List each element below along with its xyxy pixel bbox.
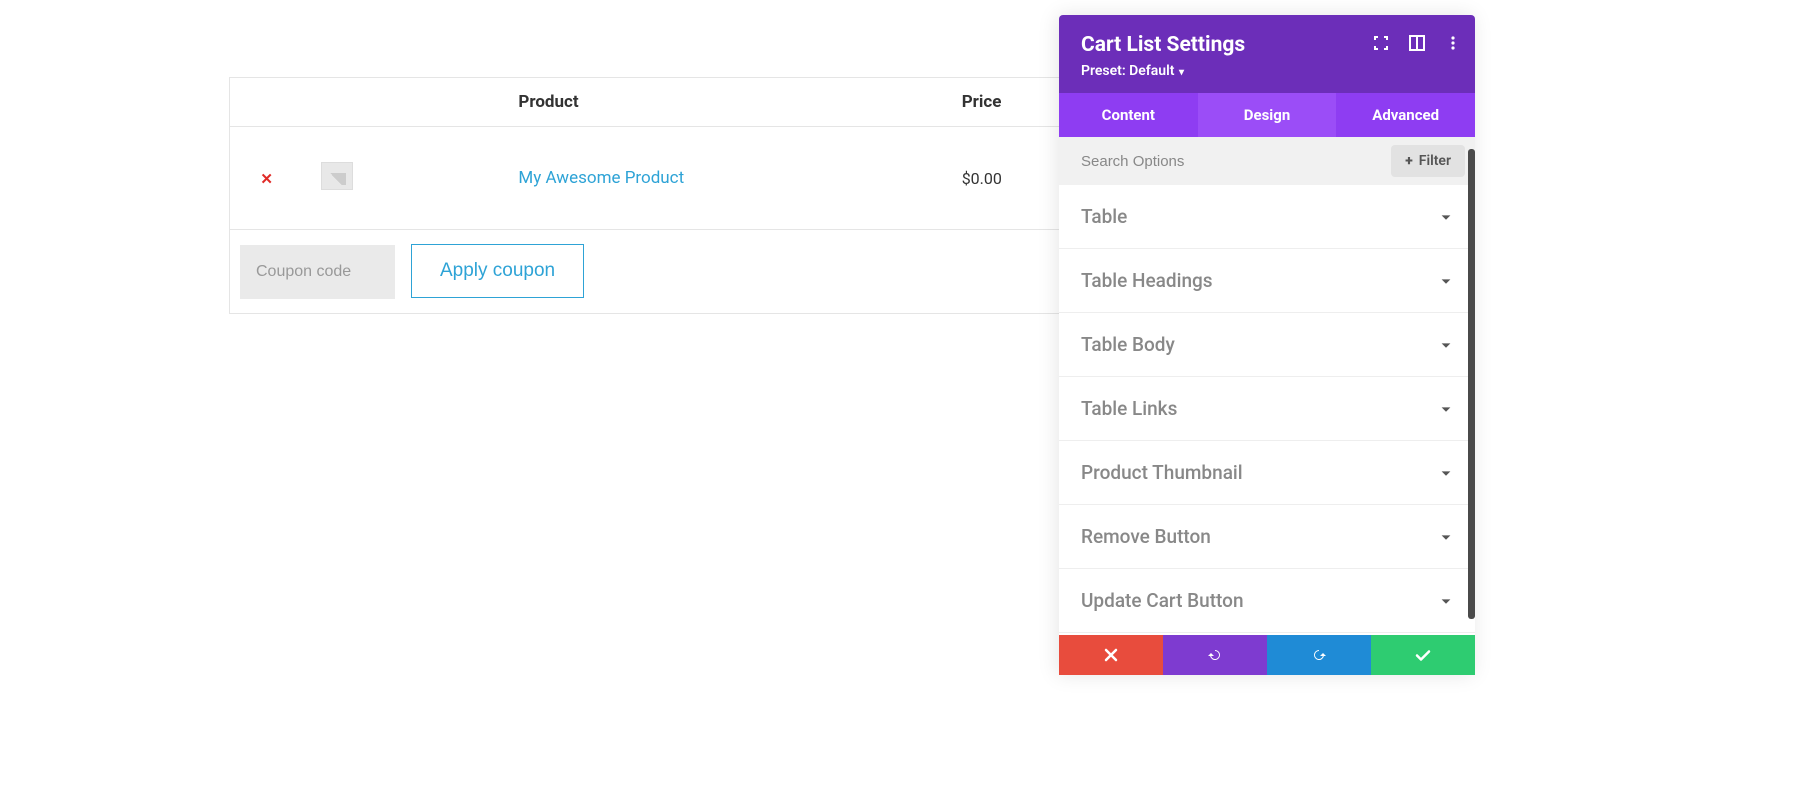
tab-content[interactable]: Content — [1059, 93, 1198, 137]
section-label: Table Links — [1081, 397, 1177, 420]
section-remove-button[interactable]: Remove Button — [1059, 505, 1475, 569]
caret-down-icon: ▾ — [1176, 67, 1184, 78]
chevron-down-icon — [1439, 402, 1453, 416]
section-product-thumbnail[interactable]: Product Thumbnail — [1059, 441, 1475, 505]
settings-panel: Cart List Settings Preset: Default ▾ Con… — [1059, 15, 1475, 675]
section-table-headings[interactable]: Table Headings — [1059, 249, 1475, 313]
chevron-down-icon — [1439, 530, 1453, 544]
section-table-links[interactable]: Table Links — [1059, 377, 1475, 441]
panel-header: Cart List Settings Preset: Default ▾ — [1059, 15, 1475, 93]
section-label: Product Thumbnail — [1081, 461, 1243, 484]
search-row: + Filter — [1059, 137, 1475, 185]
redo-button[interactable] — [1267, 635, 1371, 675]
preset-label: Preset: Default — [1081, 63, 1174, 79]
scrollbar[interactable] — [1468, 149, 1475, 619]
panel-tabs: Content Design Advanced — [1059, 93, 1475, 137]
tab-design[interactable]: Design — [1198, 93, 1337, 137]
plus-icon: + — [1405, 153, 1412, 169]
cancel-button[interactable] — [1059, 635, 1163, 675]
search-options-input[interactable] — [1081, 153, 1391, 170]
product-price: $0.00 — [962, 169, 1002, 188]
section-label: Table — [1081, 205, 1127, 228]
section-label: Table Headings — [1081, 269, 1213, 292]
section-label: Update Cart Button — [1081, 589, 1244, 612]
tab-advanced[interactable]: Advanced — [1336, 93, 1475, 137]
panel-layout-icon[interactable] — [1409, 35, 1425, 51]
chevron-down-icon — [1439, 466, 1453, 480]
panel-footer — [1059, 635, 1475, 675]
section-table[interactable]: Table — [1059, 185, 1475, 249]
save-button[interactable] — [1371, 635, 1475, 675]
chevron-down-icon — [1439, 210, 1453, 224]
filter-button[interactable]: + Filter — [1391, 145, 1465, 177]
chevron-down-icon — [1439, 274, 1453, 288]
apply-coupon-button[interactable]: Apply coupon — [411, 244, 584, 298]
product-link[interactable]: My Awesome Product — [518, 168, 684, 188]
section-table-body[interactable]: Table Body — [1059, 313, 1475, 377]
section-label: Table Body — [1081, 333, 1175, 356]
col-remove-header — [230, 78, 304, 127]
chevron-down-icon — [1439, 594, 1453, 608]
more-menu-icon[interactable] — [1445, 35, 1461, 51]
section-label: Remove Button — [1081, 525, 1211, 548]
chevron-down-icon — [1439, 338, 1453, 352]
col-product-header: Product — [500, 78, 943, 127]
coupon-code-input[interactable] — [240, 245, 395, 299]
preset-selector[interactable]: Preset: Default ▾ — [1081, 63, 1453, 79]
header-icons — [1373, 35, 1461, 51]
undo-button[interactable] — [1163, 635, 1267, 675]
section-update-cart-button[interactable]: Update Cart Button — [1059, 569, 1475, 633]
filter-label: Filter — [1419, 153, 1451, 169]
remove-item-button[interactable]: ✕ — [260, 170, 273, 188]
col-thumb-header — [303, 78, 500, 127]
product-thumbnail-placeholder — [321, 162, 353, 190]
panel-body: + Filter Table Table Headings Table Body… — [1059, 137, 1475, 635]
expand-icon[interactable] — [1373, 35, 1389, 51]
